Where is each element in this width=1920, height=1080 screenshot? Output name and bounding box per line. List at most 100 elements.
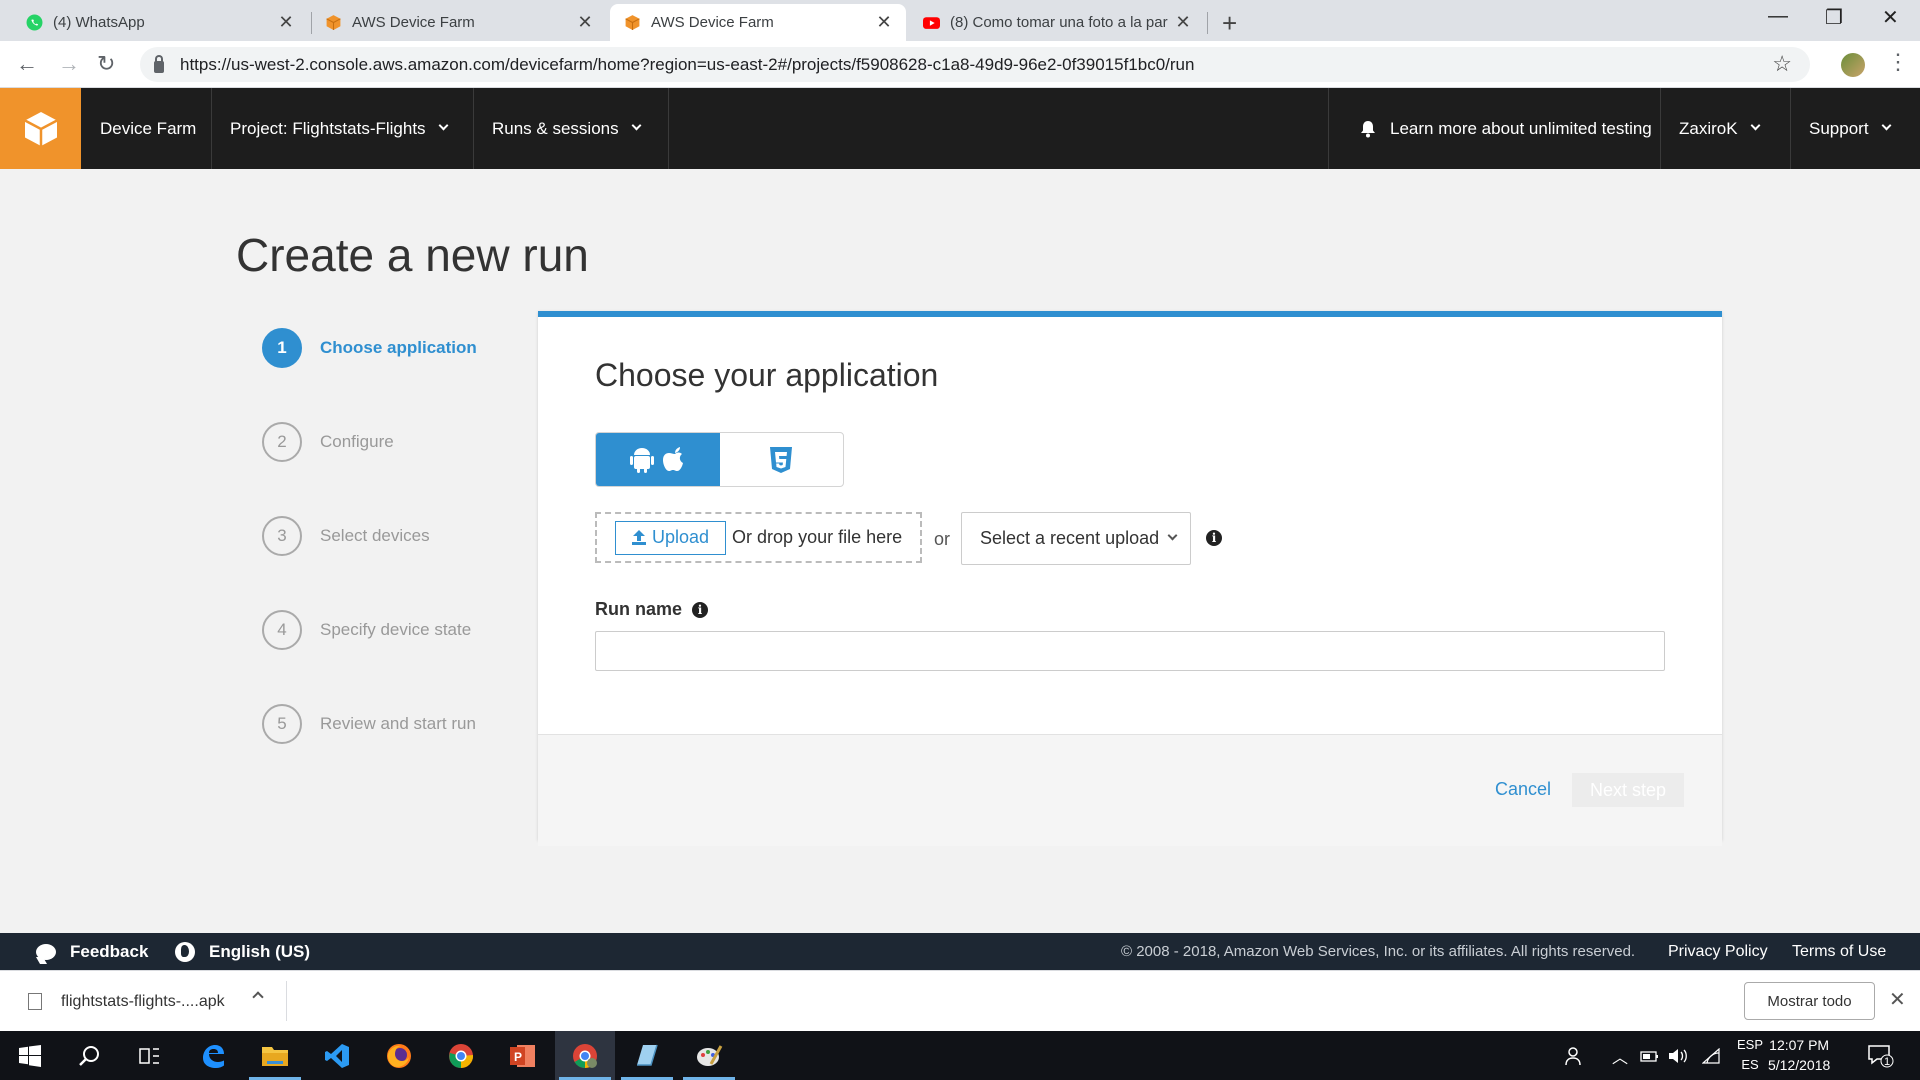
tab-title: (8) Como tomar una foto a la par: [950, 14, 1168, 31]
terms-of-use-link[interactable]: Terms of Use: [1792, 933, 1886, 970]
tab-whatsapp[interactable]: (4) WhatsApp ✕: [12, 4, 308, 41]
volume-icon[interactable]: [1668, 1031, 1688, 1080]
run-name-input[interactable]: [595, 631, 1665, 671]
nav-project-dropdown[interactable]: Project: Flightstats-Flights: [230, 88, 449, 169]
platform-toggle: [595, 432, 844, 487]
tab-title: AWS Device Farm: [651, 14, 774, 31]
copyright-text: © 2008 - 2018, Amazon Web Services, Inc.…: [1121, 943, 1636, 960]
clock-time: 12:07 PM: [1769, 1037, 1830, 1053]
next-step-button[interactable]: Next step: [1572, 773, 1684, 807]
chevron-down-icon: [1750, 120, 1761, 131]
native-app-toggle[interactable]: [596, 433, 720, 486]
web-app-toggle[interactable]: [720, 433, 844, 486]
action-center-icon[interactable]: 1: [1868, 1031, 1894, 1080]
tab-close-icon[interactable]: ✕: [1175, 12, 1191, 33]
nav-support-dropdown[interactable]: Support: [1809, 88, 1891, 169]
choose-application-card: Choose your application Upload Or drop y…: [538, 311, 1722, 846]
tab-close-icon[interactable]: ✕: [876, 12, 892, 33]
download-bar-close-icon[interactable]: ✕: [1889, 987, 1906, 1012]
upload-info-icon[interactable]: i: [1206, 530, 1222, 546]
browser-tab-strip: (4) WhatsApp ✕ AWS Device Farm ✕ AWS Dev…: [0, 0, 1920, 41]
tab-close-icon[interactable]: ✕: [577, 12, 593, 33]
step-label: Configure: [320, 432, 394, 451]
paint-app-icon[interactable]: [679, 1031, 739, 1080]
feedback-link[interactable]: Feedback: [36, 933, 148, 970]
nav-learn-more[interactable]: Learn more about unlimited testing: [1360, 88, 1652, 169]
reload-icon[interactable]: ↻: [97, 51, 115, 77]
recent-upload-select[interactable]: Select a recent upload: [961, 512, 1191, 565]
bookmark-star-icon[interactable]: ☆: [1772, 51, 1792, 77]
edge-browser-icon[interactable]: [183, 1031, 243, 1080]
tab-close-icon[interactable]: ✕: [278, 12, 294, 33]
file-explorer-icon[interactable]: [245, 1031, 305, 1080]
browser-menu-icon[interactable]: ⋮: [1887, 49, 1909, 75]
step-label: Specify device state: [320, 620, 472, 639]
language-selector[interactable]: English (US): [175, 933, 310, 970]
tab-youtube[interactable]: (8) Como tomar una foto a la par ✕: [909, 4, 1205, 41]
aws-footer: Feedback English (US) © 2008 - 2018, Ama…: [0, 933, 1920, 970]
back-arrow-icon[interactable]: ←: [16, 51, 38, 77]
tab-aws-device-farm[interactable]: AWS Device Farm ✕: [311, 4, 607, 41]
powerpoint-icon[interactable]: P: [493, 1031, 553, 1080]
task-view-icon[interactable]: [120, 1031, 180, 1080]
chevron-down-icon: [1881, 120, 1891, 131]
chevron-up-icon[interactable]: ︿: [1612, 1031, 1628, 1080]
apple-icon: [662, 446, 683, 471]
chrome-active-icon[interactable]: [555, 1031, 615, 1080]
nav-divider: [1660, 88, 1661, 169]
show-all-button[interactable]: Mostrar todo: [1744, 982, 1875, 1020]
nav-user-dropdown[interactable]: ZaxiroK: [1679, 88, 1761, 169]
address-bar[interactable]: https://us-west-2.console.aws.amazon.com…: [140, 47, 1810, 82]
window-close-icon[interactable]: ✕: [1882, 5, 1899, 30]
nav-runs-dropdown[interactable]: Runs & sessions: [492, 88, 642, 169]
cancel-button[interactable]: Cancel: [1495, 779, 1551, 800]
notes-app-icon[interactable]: [617, 1031, 677, 1080]
chevron-down-icon: [1167, 530, 1178, 541]
windows-start-icon[interactable]: [0, 1031, 60, 1080]
chevron-down-icon: [631, 120, 642, 131]
language-label: English (US): [209, 941, 311, 961]
learn-more-label: Learn more about unlimited testing: [1390, 118, 1652, 138]
battery-icon[interactable]: [1640, 1031, 1660, 1080]
firefox-icon[interactable]: [369, 1031, 429, 1080]
user-label: ZaxiroK: [1679, 118, 1738, 138]
tab-aws-device-farm-active[interactable]: AWS Device Farm ✕: [610, 4, 906, 41]
input-language-indicator[interactable]: ESP ES: [1737, 1035, 1763, 1075]
card-title: Choose your application: [595, 357, 939, 393]
forward-arrow-icon[interactable]: →: [58, 51, 80, 77]
step-label: Review and start run: [320, 714, 476, 733]
file-drop-zone[interactable]: Upload Or drop your file here: [595, 512, 922, 563]
chrome-icon[interactable]: [431, 1031, 491, 1080]
new-tab-button[interactable]: +: [1222, 8, 1237, 39]
download-item[interactable]: flightstats-flights-....apk: [61, 993, 225, 1011]
vscode-icon[interactable]: [307, 1031, 367, 1080]
wizard-step-choose-application[interactable]: 1 Choose application: [262, 327, 477, 369]
tab-divider: [1207, 12, 1208, 34]
profile-avatar[interactable]: [1841, 53, 1865, 77]
nav-project-label: Project: Flightstats-Flights: [230, 118, 426, 138]
aws-cube-icon: [326, 15, 341, 30]
aws-logo-icon[interactable]: [0, 88, 81, 169]
restore-icon[interactable]: ❐: [1825, 5, 1843, 30]
nav-runs-label: Runs & sessions: [492, 118, 619, 138]
page-title: Create a new run: [236, 229, 589, 281]
tab-title: (4) WhatsApp: [53, 14, 145, 31]
run-name-info-icon[interactable]: i: [692, 602, 708, 618]
wizard-step-review: 5 Review and start run: [262, 703, 476, 745]
search-icon[interactable]: [60, 1031, 120, 1080]
globe-icon: [175, 941, 195, 962]
wifi-icon[interactable]: [1702, 1031, 1720, 1080]
minimize-icon[interactable]: —: [1768, 5, 1788, 28]
upload-button[interactable]: Upload: [615, 520, 727, 555]
wizard-step-configure: 2 Configure: [262, 421, 394, 463]
nav-divider: [211, 88, 212, 169]
wizard-step-device-state: 4 Specify device state: [262, 609, 471, 651]
svg-text:P: P: [514, 1050, 522, 1064]
privacy-policy-link[interactable]: Privacy Policy: [1668, 933, 1768, 970]
nav-device-farm[interactable]: Device Farm: [100, 88, 196, 169]
wizard-step-select-devices: 3 Select devices: [262, 515, 430, 557]
clock-date: 5/12/2018: [1768, 1057, 1831, 1073]
system-clock[interactable]: 12:07 PM 5/12/2018: [1768, 1035, 1830, 1075]
people-icon[interactable]: [1565, 1031, 1585, 1080]
chevron-up-icon[interactable]: [252, 991, 264, 1003]
